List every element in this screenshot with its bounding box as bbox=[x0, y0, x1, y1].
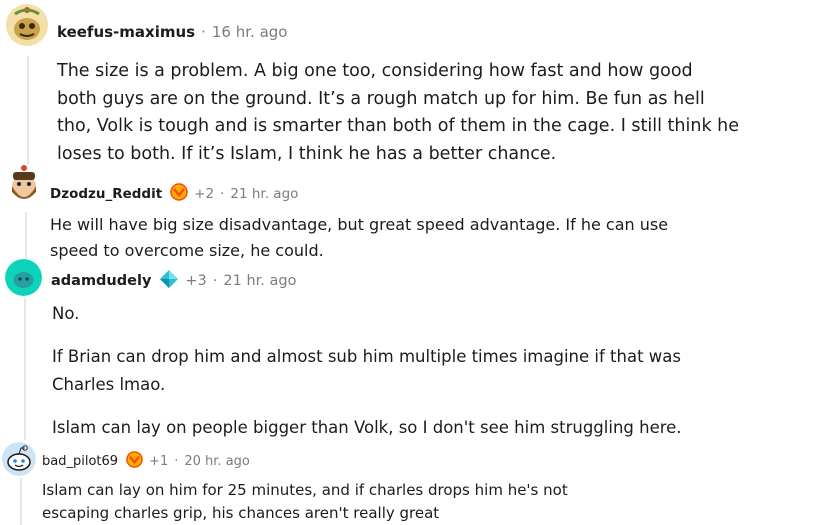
thread-line[interactable] bbox=[24, 298, 26, 440]
comment-header: bad_pilot69 +1 · 20 hr. ago bbox=[42, 451, 250, 472]
comment-body: Islam can lay on him for 25 minutes, and… bbox=[42, 479, 832, 525]
username[interactable]: keefus-maximus bbox=[57, 23, 195, 41]
comment-text-line: speed to overcome size, he could. bbox=[50, 241, 324, 260]
score: +1 bbox=[149, 454, 169, 469]
comment-body: He will have big size disadvantage, but … bbox=[50, 212, 830, 264]
diamond-flair-icon[interactable] bbox=[159, 269, 179, 293]
timestamp[interactable]: 21 hr. ago bbox=[230, 186, 298, 202]
username[interactable]: bad_pilot69 bbox=[42, 454, 118, 469]
timestamp[interactable]: 16 hr. ago bbox=[212, 23, 288, 41]
timestamp[interactable]: 20 hr. ago bbox=[184, 454, 250, 469]
comment-text-line: The size is a problem. A big one too, co… bbox=[57, 61, 693, 81]
thread-line[interactable] bbox=[20, 478, 22, 525]
score: +2 bbox=[194, 186, 215, 202]
thread-line[interactable] bbox=[27, 56, 29, 166]
flair-award-icon[interactable] bbox=[170, 183, 188, 205]
comment-text-line: tho, Volk is tough and is smarter than b… bbox=[57, 116, 740, 136]
comment-body: No. If Brian can drop him and almost sub… bbox=[52, 300, 832, 442]
comment-text-line: If Brian can drop him and almost sub him… bbox=[52, 347, 681, 366]
username[interactable]: adamdudely bbox=[51, 273, 151, 289]
thread-line[interactable] bbox=[25, 212, 27, 260]
teal-avatar-icon[interactable] bbox=[5, 259, 42, 296]
comment-header: keefus-maximus · 16 hr. ago bbox=[57, 23, 287, 41]
comment-text-line: No. bbox=[52, 304, 80, 323]
comment-body: The size is a problem. A big one too, co… bbox=[57, 58, 832, 168]
comment-text-line: loses to both. If it’s Islam, I think he… bbox=[57, 143, 557, 164]
comment-text-line: Charles lmao. bbox=[52, 375, 166, 394]
comment-text-line: escaping charles grip, his chances aren'… bbox=[42, 504, 440, 522]
separator: · bbox=[212, 273, 218, 289]
comment-text-line: both guys are on the ground. It’s a roug… bbox=[57, 88, 705, 109]
flair-award-icon[interactable] bbox=[126, 451, 143, 472]
score: +3 bbox=[185, 273, 207, 289]
separator: · bbox=[220, 186, 225, 202]
comment-header: Dzodzu_Reddit +2 · 21 hr. ago bbox=[50, 183, 298, 205]
snoo-avatar-icon[interactable] bbox=[6, 4, 48, 46]
comment-header: adamdudely +3 · 21 hr. ago bbox=[51, 269, 296, 293]
timestamp[interactable]: 21 hr. ago bbox=[223, 273, 296, 289]
default-snoo-avatar-icon[interactable] bbox=[2, 442, 36, 476]
separator: · bbox=[174, 454, 179, 469]
comment-text-line: Islam can lay on him for 25 minutes, and… bbox=[42, 481, 568, 499]
comment-text-line: He will have big size disadvantage, but … bbox=[50, 215, 669, 234]
comment-text-line: Islam can lay on people bigger than Volk… bbox=[52, 418, 682, 437]
bearded-snoo-avatar-icon[interactable] bbox=[4, 164, 44, 204]
separator: · bbox=[201, 23, 206, 41]
username[interactable]: Dzodzu_Reddit bbox=[50, 186, 162, 202]
